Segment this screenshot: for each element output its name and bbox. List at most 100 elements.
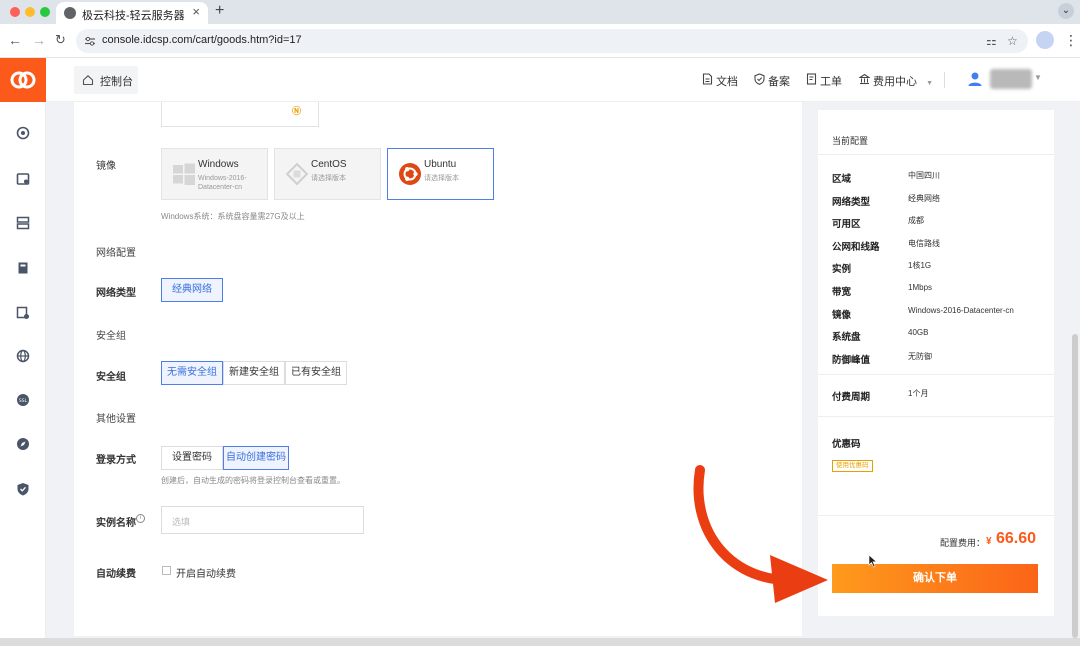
cloud-server-icon[interactable] (16, 306, 30, 320)
summary-value: 经典网络 (908, 194, 940, 203)
summary-divider (818, 515, 1054, 516)
summary-value: 1核1G (908, 261, 932, 270)
window-minimize-button[interactable] (25, 7, 35, 17)
brand-logo[interactable] (0, 58, 46, 102)
forward-arrow-icon[interactable]: → (32, 32, 46, 48)
image-option-centos[interactable]: CentOS 请选择版本 (274, 148, 381, 200)
doc-icon (702, 73, 713, 85)
summary-key: 可用区 (832, 219, 861, 230)
tab-close-icon[interactable]: × (192, 5, 200, 19)
translate-icon[interactable]: ⚏ (986, 34, 997, 48)
summary-key: 实例 (832, 264, 852, 275)
use-coupon-button[interactable]: 使用优惠码 (832, 460, 873, 472)
other-settings-section-title: 其他设置 (96, 414, 136, 425)
storage-icon[interactable] (16, 261, 30, 275)
brand-logo-icon (10, 71, 36, 89)
summary-value: 1Mbps (908, 283, 933, 292)
dashboard-icon[interactable] (16, 126, 30, 140)
security-none-button[interactable]: 无需安全组 (161, 361, 223, 385)
windows-icon (173, 163, 195, 185)
site-settings-icon[interactable] (84, 35, 96, 47)
security-shield-icon[interactable] (16, 482, 30, 496)
bookmark-star-icon[interactable]: ☆ (1007, 34, 1018, 48)
order-form-panel: Ⓝ 镜像 Windows Windows-2016-Datacenter-cn … (74, 102, 802, 636)
header-divider (944, 72, 945, 88)
page-bottom-strip (0, 638, 1080, 646)
page-scrollbar[interactable] (1072, 334, 1078, 638)
mouse-cursor-icon (868, 554, 878, 568)
console-button[interactable]: 控制台 (74, 66, 138, 94)
instance-name-input[interactable]: 选填 (161, 506, 364, 534)
login-method-label: 登录方式 (96, 455, 136, 466)
fee-amount: 66.60 (996, 530, 1037, 547)
confirm-order-button[interactable]: 确认下单 (832, 564, 1038, 593)
fee-currency: ¥ (986, 536, 992, 547)
fee-label: 配置费用： (940, 538, 986, 548)
summary-key: 带宽 (832, 287, 852, 298)
summary-key: 镜像 (832, 310, 852, 321)
auto-renew-label: 自动续费 (96, 569, 136, 580)
ssl-icon-text: SSL (19, 398, 28, 404)
new-tab-button[interactable]: + (215, 2, 224, 20)
network-section-title: 网络配置 (96, 248, 136, 259)
browser-tab-bar: 极云科技-轻云服务器 × + ⌄ (0, 0, 1080, 24)
address-bar[interactable]: console.idcsp.com/cart/goods.htm?id=17 ⚏… (76, 29, 1028, 53)
order-summary-panel: 当前配置 区域 中国四川 网络类型 经典网络 可用区 成都 公网和线路 电信路线 实例 1核1G 带… (818, 110, 1054, 616)
server-icon[interactable] (16, 172, 30, 186)
nav-docs[interactable]: 文档 (702, 73, 738, 89)
nav-filing-label: 备案 (768, 76, 790, 88)
image-name: CentOS (311, 159, 347, 170)
tab-search-chevron-icon[interactable]: ⌄ (1058, 3, 1074, 19)
info-icon[interactable]: i (136, 514, 145, 523)
ubuntu-icon (399, 163, 421, 185)
summary-value: 成都 (908, 216, 924, 225)
ticket-icon (806, 73, 817, 85)
console-label: 控制台 (100, 76, 133, 88)
nav-billing[interactable]: 费用中心 ▼ (859, 73, 933, 89)
ssl-icon[interactable]: SSL (16, 393, 30, 407)
login-set-password-button[interactable]: 设置密码 (161, 446, 223, 470)
network-type-classic-button[interactable]: 经典网络 (161, 278, 223, 302)
browser-menu-icon[interactable]: ⋮ (1064, 32, 1078, 48)
reload-icon[interactable]: ↻ (55, 32, 66, 48)
login-auto-password-button[interactable]: 自动创建密码 (223, 446, 289, 470)
nav-filing[interactable]: 备案 (754, 73, 790, 89)
shield-check-icon (754, 73, 765, 85)
auto-renew-checkbox[interactable] (162, 566, 171, 575)
bank-icon (859, 73, 870, 85)
app-sidebar: SSL (0, 58, 46, 638)
user-menu-chevron-icon[interactable]: ▼ (1034, 73, 1042, 82)
nav-ticket[interactable]: 工单 (806, 73, 842, 89)
summary-value: 无防御 (908, 352, 932, 361)
image-name: Ubuntu (424, 159, 457, 170)
auto-renew-option-label[interactable]: 开启自动续费 (176, 565, 236, 580)
home-icon (82, 75, 94, 86)
image-option-windows[interactable]: Windows Windows-2016-Datacenter-cn (161, 148, 268, 200)
image-sub: 请选择版本 (424, 175, 459, 182)
security-new-button[interactable]: 新建安全组 (223, 361, 285, 385)
window-maximize-button[interactable] (40, 7, 50, 17)
user-avatar-icon[interactable] (966, 70, 984, 88)
user-name-redacted[interactable] (990, 69, 1032, 89)
security-existing-button[interactable]: 已有安全组 (285, 361, 347, 385)
profile-avatar-icon[interactable] (1036, 31, 1054, 49)
browser-tab[interactable]: 极云科技-轻云服务器 × (56, 2, 208, 24)
summary-key: 防御峰值 (832, 355, 871, 366)
database-icon[interactable] (16, 216, 30, 230)
summary-value: 40GB (908, 328, 929, 337)
image-option-ubuntu[interactable]: Ubuntu 请选择版本 (387, 148, 494, 200)
summary-value: 中国四川 (908, 171, 940, 180)
summary-title: 当前配置 (832, 136, 869, 146)
favicon-globe-icon (64, 7, 76, 19)
security-section-title: 安全组 (96, 331, 126, 342)
image-label: 镜像 (96, 161, 116, 172)
url-text: console.idcsp.com/cart/goods.htm?id=17 (102, 34, 302, 46)
window-close-button[interactable] (10, 7, 20, 17)
security-group-label: 安全组 (96, 372, 126, 383)
summary-value: Windows-2016-Datacenter-cn (908, 306, 1014, 315)
back-arrow-icon[interactable]: ← (8, 32, 22, 48)
tab-title: 极云科技-轻云服务器 (82, 10, 185, 22)
globe-icon[interactable] (16, 349, 30, 363)
compass-icon[interactable] (16, 437, 30, 451)
centos-icon (285, 162, 309, 186)
